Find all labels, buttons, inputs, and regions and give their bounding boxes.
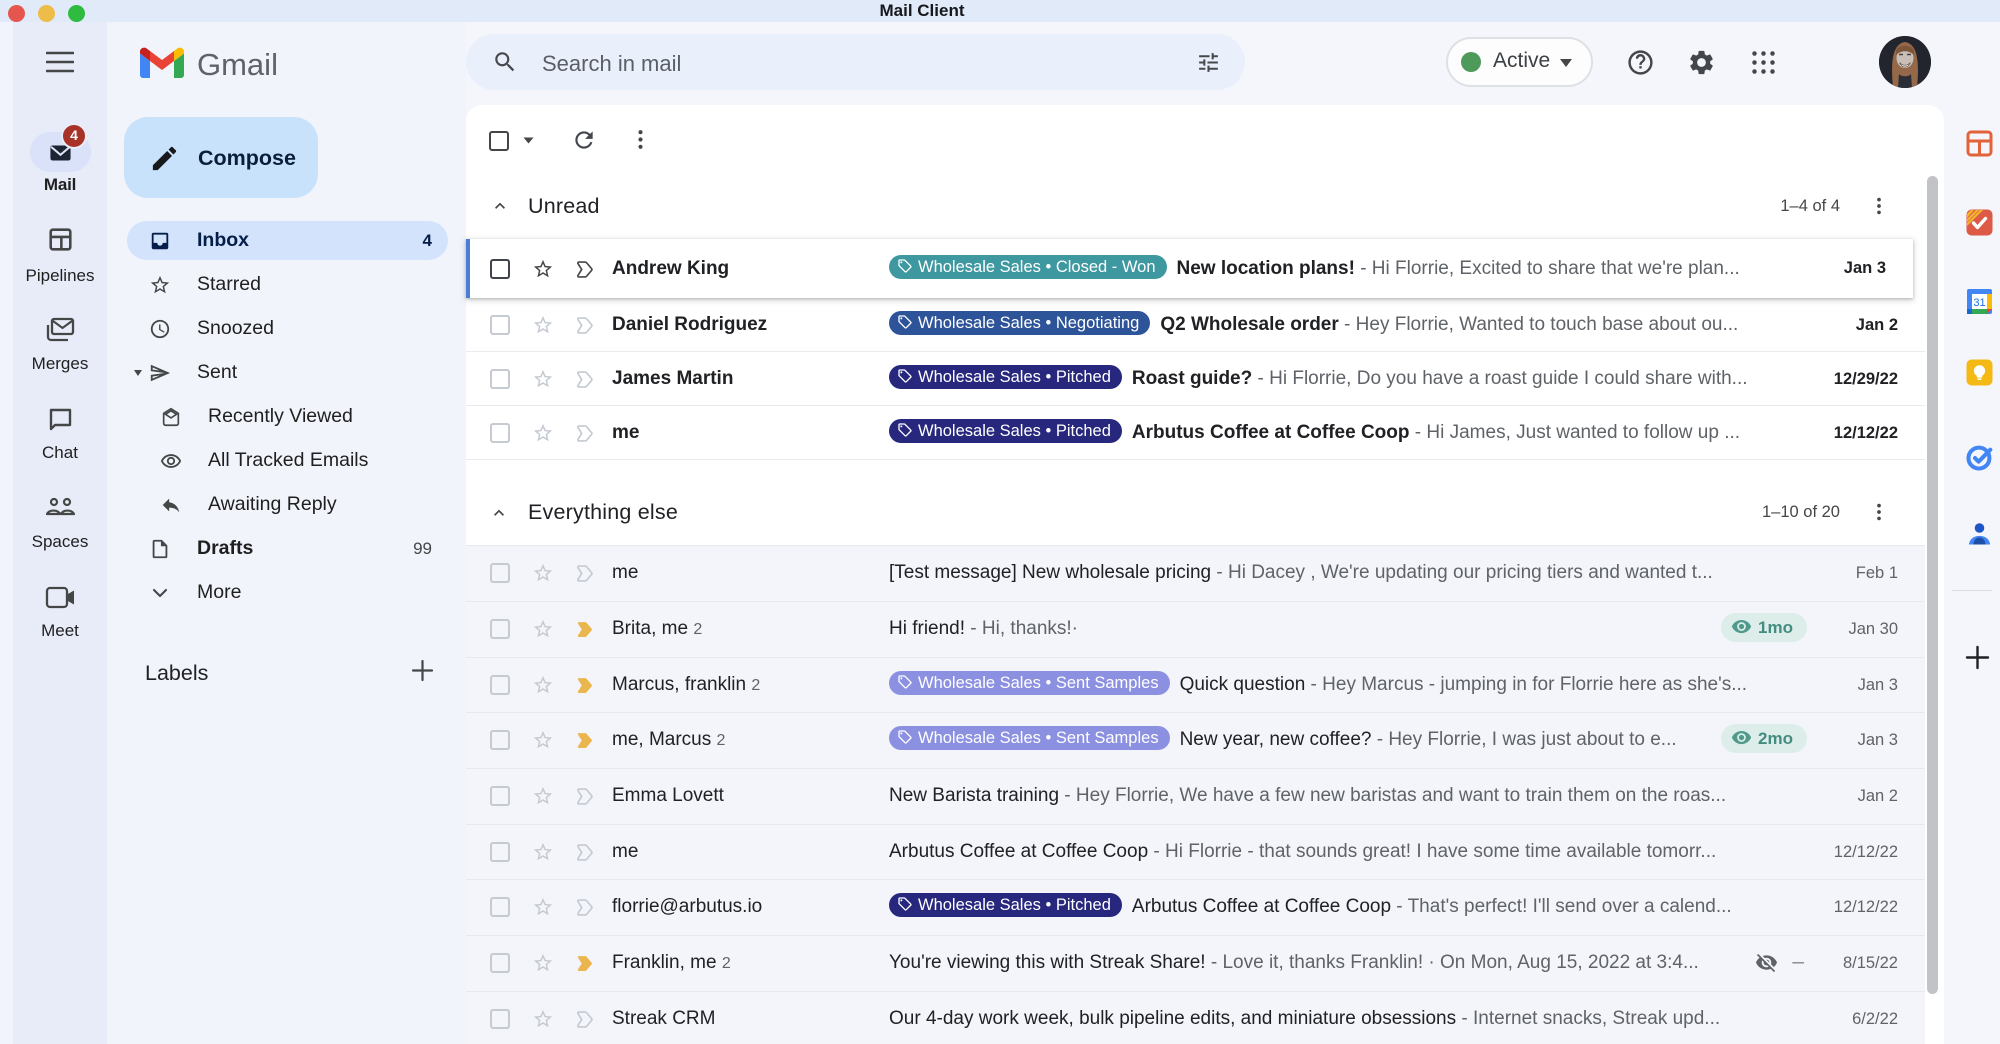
svg-text:31: 31 bbox=[1973, 297, 1985, 309]
